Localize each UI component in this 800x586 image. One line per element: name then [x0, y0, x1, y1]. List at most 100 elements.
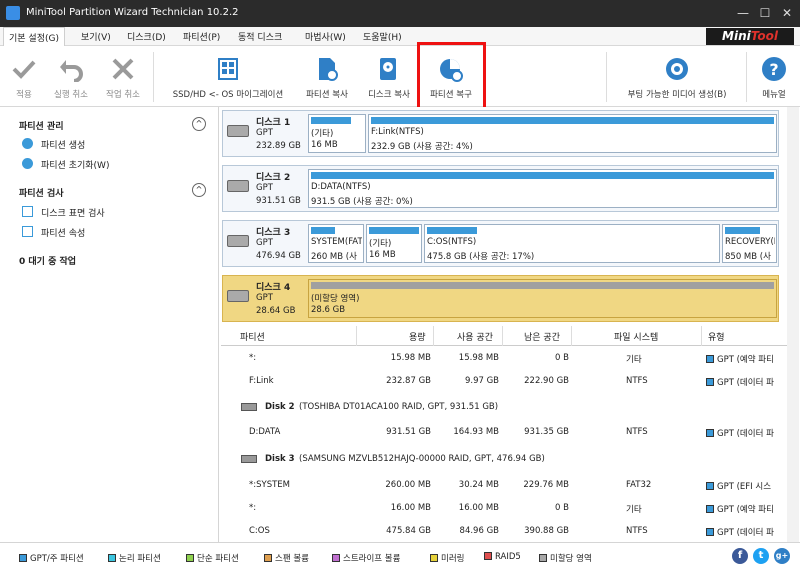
column-header[interactable]: 사용 공간: [457, 330, 493, 343]
undo-label: 실행 취소: [54, 90, 88, 100]
sidebar-item-surface-test[interactable]: 디스크 표면 검사: [41, 206, 105, 219]
apply-button[interactable]: 적용: [4, 46, 44, 106]
column-header[interactable]: 파일 시스템: [614, 330, 658, 343]
menu-partition[interactable]: 파티션(P): [183, 30, 220, 43]
partition-label: C:OS(NTFS): [427, 237, 477, 247]
partition-block[interactable]: (기타) 16 MB: [308, 114, 366, 153]
menu-view[interactable]: 보기(V): [81, 30, 111, 43]
manual-label: 메뉴얼: [762, 90, 786, 100]
disk-group-row[interactable]: Disk 2 (TOSHIBA DT01ACA100 RAID, GPT, 93…: [221, 396, 787, 420]
hard-disk-icon: [241, 455, 257, 463]
column-header[interactable]: 용량: [409, 330, 426, 343]
cell-filesystem: 기타: [626, 355, 642, 365]
legend-item: 단순 파티션: [186, 552, 239, 564]
menu-bar: 기본 설정(G) 보기(V) 디스크(D) 파티션(P) 동적 디스크 마법사(…: [0, 27, 800, 46]
cell-partition: *:SYSTEM: [249, 480, 290, 490]
maximize-button[interactable]: ☐: [757, 5, 773, 21]
partition-block[interactable]: C:OS(NTFS) 475.8 GB (사용 공간: 17%): [424, 224, 720, 263]
partition-table: 파티션 용량 사용 공간 남은 공간 파일 시스템 유형 *: 15.98 MB…: [221, 326, 787, 542]
type-color-swatch: [706, 355, 714, 363]
legend-bar: GPT/주 파티션 논리 파티션 단순 파티션 스팬 볼륨 스트라이프 볼륨 미…: [0, 542, 800, 586]
partition-block[interactable]: RECOVERY(N 850 MB (사: [722, 224, 777, 263]
table-row[interactable]: C:OS 475.84 GB 84.96 GB 390.88 GB NTFS G…: [221, 521, 787, 542]
table-row[interactable]: *: 15.98 MB 15.98 MB 0 B 기타 GPT (예약 파티: [221, 348, 787, 370]
partition-usage-bar: [371, 117, 774, 124]
check-icon: [12, 60, 36, 79]
partition-block[interactable]: SYSTEM(FAT 260 MB (사: [308, 224, 364, 263]
cell-free: 229.76 MB: [523, 480, 569, 490]
partition-size: 16 MB: [311, 140, 338, 150]
minitool-logo: MiniTool: [706, 28, 794, 45]
bootable-media-button[interactable]: 부팅 가능한 미디어 생성(B): [612, 46, 742, 106]
disk-row[interactable]: 디스크 1 GPT 232.89 GB (기타) 16 MB F:Link(NT…: [222, 110, 779, 157]
sidebar-item-partition-properties[interactable]: 파티션 속성: [41, 226, 85, 239]
discard-button[interactable]: 작업 취소: [98, 46, 148, 106]
sidebar-item-create-partition[interactable]: 파티션 생성: [41, 138, 85, 151]
cell-free: 0 B: [555, 353, 569, 363]
x-icon: [112, 58, 134, 80]
disk-name: 디스크 4: [256, 283, 291, 293]
manual-button[interactable]: ? 메뉴얼: [752, 46, 796, 106]
sidebar-item-initialize-partition[interactable]: 파티션 초기화(W): [41, 158, 109, 171]
menu-dynamic-disk[interactable]: 동적 디스크: [238, 30, 282, 43]
disk-map-scrollbar[interactable]: [787, 107, 799, 326]
partition-block[interactable]: (미할당 영역) 28.6 GB: [308, 279, 777, 318]
column-header[interactable]: 남은 공간: [524, 330, 560, 343]
partition-block[interactable]: D:DATA(NTFS) 931.5 GB (사용 공간: 0%): [308, 169, 777, 208]
table-scrollbar[interactable]: [787, 326, 799, 542]
logo-text-a: Mini: [722, 29, 751, 43]
partition-label: F:Link(NTFS): [371, 127, 424, 137]
app-icon: [6, 6, 20, 20]
column-header[interactable]: 파티션: [240, 330, 265, 343]
partition-block[interactable]: F:Link(NTFS) 232.9 GB (사용 공간: 4%): [368, 114, 777, 153]
disk-size: 476.94 GB: [256, 251, 301, 261]
discard-label: 작업 취소: [106, 90, 140, 100]
copy-disk-icon: [380, 58, 396, 80]
svg-text:?: ?: [769, 60, 778, 79]
disk-group-row[interactable]: Disk 3 (SAMSUNG MZVLB512HAJQ-00000 RAID,…: [221, 448, 787, 472]
legend-swatch: [430, 554, 438, 562]
disk-row[interactable]: 디스크 3 GPT 476.94 GB SYSTEM(FAT 260 MB (사…: [222, 220, 779, 267]
partition-label: (미할당 영역): [311, 294, 360, 304]
undo-button[interactable]: 실행 취소: [46, 46, 96, 106]
collapse-icon-2[interactable]: ^: [192, 183, 206, 197]
disk-info: 디스크 2 GPT 931.51 GB: [223, 166, 307, 211]
title-bar: MiniTool Partition Wizard Technician 10.…: [0, 0, 800, 27]
disk-row-selected[interactable]: 디스크 4 GPT 28.64 GB (미할당 영역) 28.6 GB: [222, 275, 779, 322]
cell-used: 16.00 MB: [458, 503, 499, 513]
legend-swatch: [484, 552, 492, 560]
disk-type: GPT: [256, 238, 273, 248]
cell-used: 164.93 MB: [453, 427, 499, 437]
table-row[interactable]: *: 16.00 MB 16.00 MB 0 B 기타 GPT (예약 파티: [221, 498, 787, 520]
cell-type: GPT (예약 파티: [717, 505, 774, 515]
copy-partition-button[interactable]: 파티션 복사: [298, 46, 356, 106]
initialize-partition-icon: [22, 158, 33, 169]
table-row[interactable]: D:DATA 931.51 GB 164.93 MB 931.35 GB NTF…: [221, 422, 787, 444]
facebook-icon[interactable]: f: [732, 548, 748, 564]
copy-disk-button[interactable]: 디스크 복사: [360, 46, 418, 106]
table-row[interactable]: *:SYSTEM 260.00 MB 30.24 MB 229.76 MB FA…: [221, 475, 787, 497]
disk-info: 디스크 4 GPT 28.64 GB: [223, 276, 307, 321]
minimize-button[interactable]: —: [735, 5, 751, 21]
partition-usage-bar: [311, 172, 774, 179]
google-plus-icon[interactable]: g+: [774, 548, 790, 564]
close-button[interactable]: ✕: [779, 5, 795, 21]
column-divider: [356, 326, 357, 346]
cell-filesystem: NTFS: [626, 526, 648, 536]
table-row[interactable]: F:Link 232.87 GB 9.97 GB 222.90 GB NTFS …: [221, 371, 787, 393]
disk-map: 디스크 1 GPT 232.89 GB (기타) 16 MB F:Link(NT…: [221, 107, 787, 326]
disk-row[interactable]: 디스크 2 GPT 931.51 GB D:DATA(NTFS) 931.5 G…: [222, 165, 779, 212]
menu-wizard[interactable]: 마법사(W): [305, 30, 346, 43]
legend-swatch: [332, 554, 340, 562]
menu-help[interactable]: 도움말(H): [363, 30, 402, 43]
create-partition-icon: [22, 138, 33, 149]
partition-block[interactable]: (기타) 16 MB: [366, 224, 422, 263]
collapse-icon[interactable]: ^: [192, 117, 206, 131]
partition-usage-bar: [427, 227, 477, 234]
twitter-icon[interactable]: t: [753, 548, 769, 564]
menu-disk[interactable]: 디스크(D): [127, 30, 166, 43]
os-migrate-button[interactable]: SSD/HD <- OS 마이그레이션: [161, 46, 295, 106]
cell-partition: *:: [249, 353, 257, 363]
menu-general[interactable]: 기본 설정(G): [3, 27, 65, 46]
column-header[interactable]: 유형: [708, 330, 725, 343]
